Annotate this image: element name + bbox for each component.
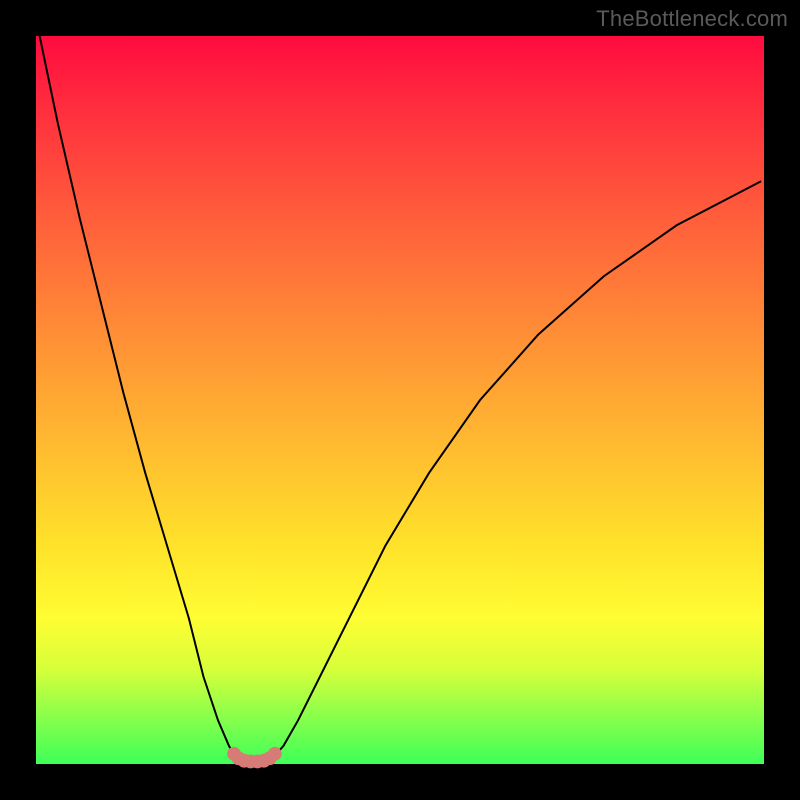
plot-area [36,36,764,764]
chart-svg [36,36,764,764]
valley-dots-group [227,747,282,768]
chart-frame: TheBottleneck.com [0,0,800,800]
curve-left-path [40,36,237,758]
watermark-label: TheBottleneck.com [596,6,788,32]
curve-right-path [273,182,761,759]
